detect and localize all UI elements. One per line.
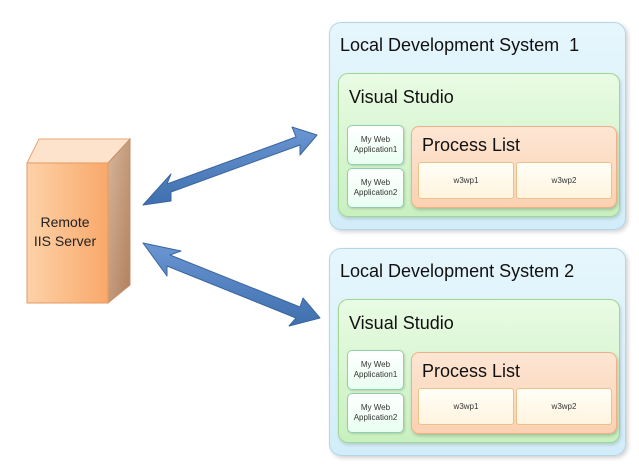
visual-studio-title: Visual Studio	[349, 87, 454, 107]
process-list-panel: Process List w3wp1 w3wp2	[411, 126, 617, 208]
local-development-system-2: Local Development System 2 Visual Studio…	[329, 248, 626, 456]
web-application-2: My Web Application2	[347, 393, 404, 433]
app-label-line2: Application2	[353, 188, 398, 197]
app-label-line2: Application1	[353, 370, 398, 379]
process-item: w3wp1	[418, 162, 514, 199]
web-application-2: My Web Application2	[347, 168, 404, 208]
system-title: Local Development System 2	[340, 261, 575, 281]
visual-studio-title: Visual Studio	[349, 313, 454, 333]
app-label-line2: Application1	[353, 145, 398, 154]
web-application-1: My Web Application1	[347, 350, 404, 390]
app-label-line1: My Web	[360, 360, 391, 369]
process-list-title: Process List	[422, 135, 521, 155]
visual-studio-panel: Visual Studio My Web Application1 My Web…	[338, 299, 620, 443]
server-label-line1: Remote	[40, 214, 90, 230]
server-label-line2: IIS Server	[33, 233, 97, 249]
process-list-panel: Process List w3wp1 w3wp2	[411, 352, 617, 434]
app-label-line1: My Web	[360, 403, 391, 412]
process-item: w3wp2	[516, 162, 612, 199]
visual-studio-panel: Visual Studio My Web Application1 My Web…	[338, 73, 620, 217]
app-label-line1: My Web	[360, 135, 391, 144]
process-item: w3wp2	[516, 388, 612, 425]
system-title: Local Development System 1	[340, 35, 580, 55]
local-development-system-1: Local Development System 1 Visual Studio…	[329, 22, 626, 230]
web-application-1: My Web Application1	[347, 125, 404, 165]
app-label-line2: Application2	[353, 413, 398, 422]
server-side-face	[107, 137, 131, 305]
process-item: w3wp1	[418, 388, 514, 425]
server-label: Remote IIS Server	[22, 213, 108, 251]
app-label-line1: My Web	[360, 178, 391, 187]
process-list-title: Process List	[422, 361, 521, 381]
